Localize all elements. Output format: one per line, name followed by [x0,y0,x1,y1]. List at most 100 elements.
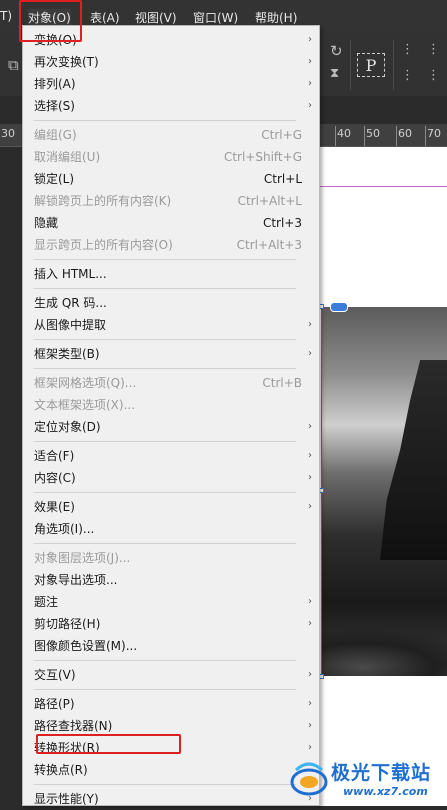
watermark-url: www.xz7.com [343,785,428,798]
menu-item-unlock-all[interactable]: 解锁跨页上的所有内容(K) Ctrl+Alt+L [34,190,302,212]
menu-item-ungroup[interactable]: 取消编组(U) Ctrl+Shift+G [34,146,302,168]
align-middle-icon[interactable]: ⋮ [401,68,414,83]
menu-item-label: 取消编组(U) [34,150,101,164]
menu-item-show-all[interactable]: 显示跨页上的所有内容(O) Ctrl+Alt+3 [34,234,302,256]
menu-item-label: 编组(G) [34,128,77,142]
menu-item-anchored-object[interactable]: 定位对象(D) › [34,416,312,438]
menu-item-shortcut: Ctrl+Alt+3 [236,238,302,252]
menu-item-fitting[interactable]: 适合(F) › [34,445,312,467]
menu-item-generate-qr[interactable]: 生成 QR 码... [34,292,294,314]
ruler-label: 50 [366,127,380,140]
watermark-title: 极光下载站 [331,762,432,784]
align-top-icon[interactable]: ⋮ [401,42,414,57]
menu-item-captions[interactable]: 题注 › [34,591,312,613]
menu-item-label: 文本框架选项(X)... [34,398,136,412]
menu-item-label: 从图像中提取 [34,318,107,332]
submenu-arrow-icon: › [308,698,312,709]
menu-item-extract-from-image[interactable]: 从图像中提取 › [34,314,312,336]
menu-separator [34,543,296,544]
menu-item-shortcut: Ctrl+3 [262,216,302,230]
toolbar-divider [393,40,394,90]
submenu-arrow-icon: › [308,421,312,432]
menu-item-label: 交互(V) [34,668,76,682]
menu-item-effects[interactable]: 效果(E) › [34,496,312,518]
menu-item-label: 显示跨页上的所有内容(O) [34,238,173,252]
menu-view[interactable]: 视图(V) [135,9,177,26]
menu-window[interactable]: 窗口(W) [193,9,238,26]
submenu-arrow-icon: › [308,669,312,680]
submenu-arrow-icon: › [308,472,312,483]
menu-separator [34,368,296,369]
menu-item-group[interactable]: 编组(G) Ctrl+G [34,124,302,146]
submenu-arrow-icon: › [308,34,312,45]
submenu-arrow-icon: › [308,78,312,89]
menu-item-label: 框架网格选项(Q)... [34,376,137,390]
menu-item-label: 显示性能(Y) [34,792,99,806]
menu-item-shortcut: Ctrl+Alt+L [237,194,302,208]
menu-item-shortcut: Ctrl+L [263,172,302,186]
menu-item-content[interactable]: 内容(C) › [34,467,312,489]
menu-type[interactable]: T) [0,9,12,23]
menu-separator [34,339,296,340]
menu-item-object-layer-options[interactable]: 对象图层选项(J)... [34,547,294,569]
toolbar-divider [350,40,351,90]
menu-separator [34,689,296,690]
menu-item-arrange[interactable]: 排列(A) › [34,73,312,95]
menu-separator [34,441,296,442]
ruler-label: 30 [1,127,15,140]
menu-item-image-color-settings[interactable]: 图像颜色设置(M)... [34,635,294,657]
menu-item-convert-point[interactable]: 转换点(R) [34,759,294,781]
menu-help[interactable]: 帮助(H) [255,9,297,26]
menu-item-select[interactable]: 选择(S) › [34,95,312,117]
menu-item-display-performance[interactable]: 显示性能(Y) › [34,788,312,810]
menu-item-label: 框架类型(B) [34,347,100,361]
menu-item-label: 效果(E) [34,500,75,514]
link-icon[interactable]: ⧉ [8,56,19,74]
menu-item-label: 再次变换(T) [34,55,99,69]
flip-icon[interactable]: ⧗ [330,66,339,81]
menu-item-label: 选择(S) [34,99,75,113]
left-panel [0,34,22,806]
menu-separator [34,784,296,785]
menu-item-transform-again[interactable]: 再次变换(T) › [34,51,312,73]
menu-item-clipping-path[interactable]: 剪切路径(H) › [34,613,312,635]
menu-separator [34,492,296,493]
menu-item-text-frame-options[interactable]: 文本框架选项(X)... [34,394,294,416]
distribute-top-icon[interactable]: ⋮ [427,42,440,57]
content-grabber-icon[interactable] [330,302,348,312]
ruler-tick [364,126,365,146]
distribute-middle-icon[interactable]: ⋮ [427,68,440,83]
menu-item-label: 路径查找器(N) [34,719,113,733]
submenu-arrow-icon: › [308,100,312,111]
menu-separator [34,259,296,260]
menu-item-label: 角选项(I)... [34,522,95,536]
menu-item-label: 图像颜色设置(M)... [34,639,138,653]
menu-item-label: 解锁跨页上的所有内容(K) [34,194,172,208]
highlight-box-convert-shape [36,734,181,754]
menu-table[interactable]: 表(A) [90,9,120,26]
menu-item-paths[interactable]: 路径(P) › [34,693,312,715]
ruler-tick [425,126,426,146]
ruler-label: 70 [427,127,441,140]
menu-item-label: 对象图层选项(J)... [34,551,131,565]
ruler-label: 40 [337,127,351,140]
menu-item-insert-html[interactable]: 插入 HTML... [34,263,294,285]
menu-separator [34,288,296,289]
submenu-arrow-icon: › [308,618,312,629]
submenu-arrow-icon: › [308,720,312,731]
menu-item-frame-grid-options[interactable]: 框架网格选项(Q)... Ctrl+B [34,372,302,394]
menu-item-lock[interactable]: 锁定(L) Ctrl+L [34,168,302,190]
menu-item-interactive[interactable]: 交互(V) › [34,664,312,686]
frame-type-icon[interactable]: P [357,53,385,77]
menu-item-hide[interactable]: 隐藏 Ctrl+3 [34,212,302,234]
menu-item-object-export-options[interactable]: 对象导出选项... [34,569,294,591]
rotate-icon[interactable]: ↻ [330,42,343,60]
menu-item-corner-options[interactable]: 角选项(I)... [34,518,294,540]
menu-item-shortcut: Ctrl+G [261,128,302,142]
menu-item-label: 排列(A) [34,77,76,91]
menu-item-label: 生成 QR 码... [34,296,107,310]
submenu-arrow-icon: › [308,348,312,359]
submenu-arrow-icon: › [308,319,312,330]
menu-item-frame-type[interactable]: 框架类型(B) › [34,343,312,365]
submenu-arrow-icon: › [308,501,312,512]
